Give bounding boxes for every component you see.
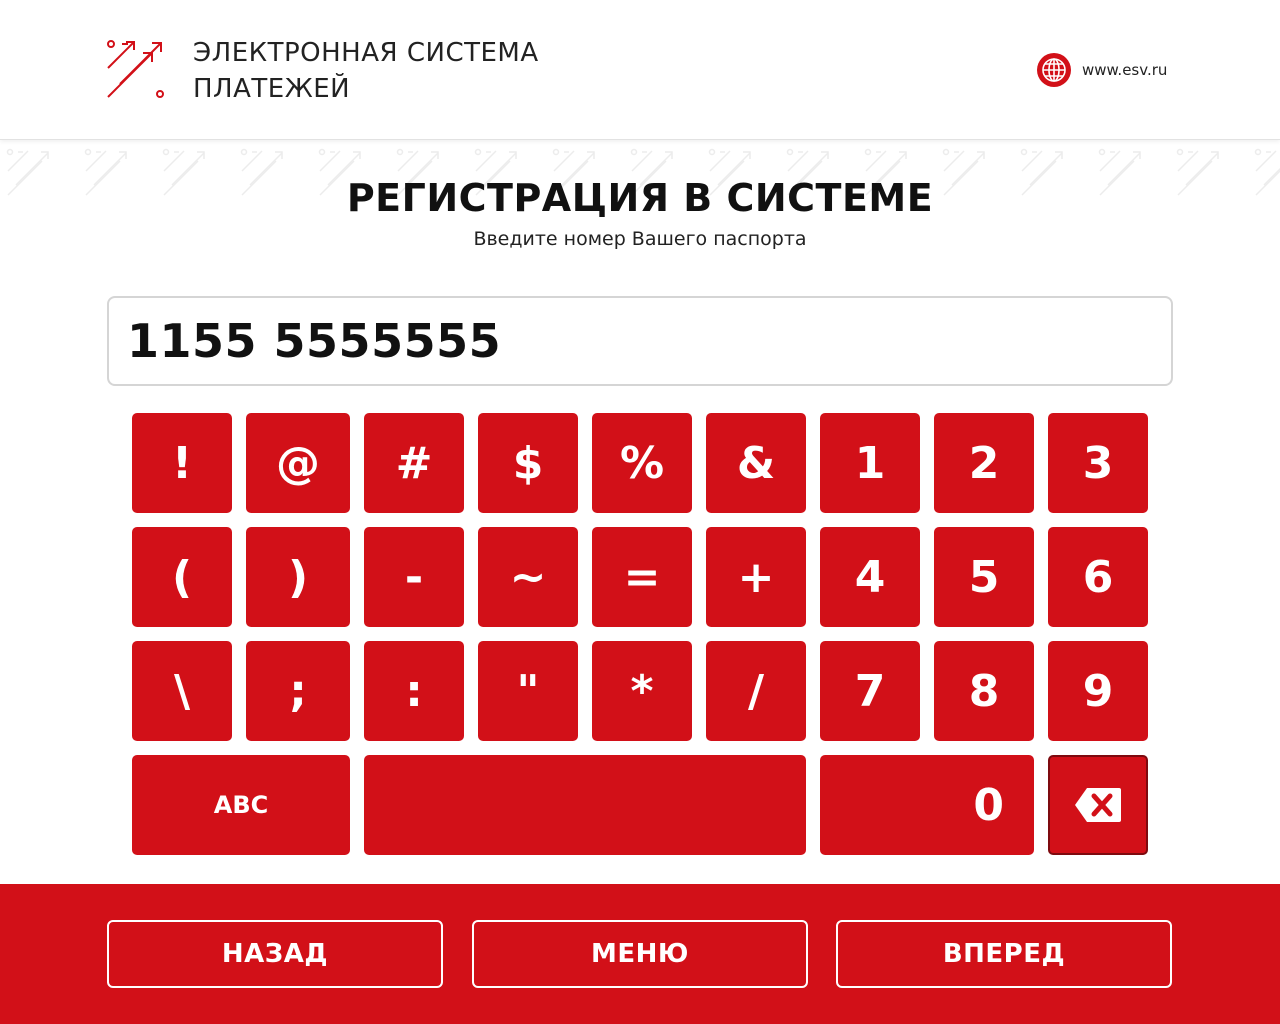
abc-layout-button[interactable]: ABC [132, 755, 350, 855]
back-button[interactable]: НАЗАД [107, 920, 443, 988]
brand-line-1: ЭЛЕКТРОННАЯ СИСТЕМА [193, 38, 539, 68]
site-link: www.esv.ru [1036, 52, 1167, 88]
passport-number-input[interactable]: 1155 5555555 [107, 296, 1173, 386]
key-ampersand[interactable]: & [706, 413, 806, 513]
key-7[interactable]: 7 [820, 641, 920, 741]
globe-icon [1037, 53, 1071, 87]
key-at[interactable]: @ [246, 413, 350, 513]
next-button[interactable]: ВПЕРЕД [836, 920, 1172, 988]
backspace-key[interactable] [1048, 755, 1148, 855]
key-tilde[interactable]: ~ [478, 527, 578, 627]
key-equals[interactable]: = [592, 527, 692, 627]
footer-bar: НАЗАД МЕНЮ ВПЕРЕД [0, 884, 1280, 1024]
key-8[interactable]: 8 [934, 641, 1034, 741]
key-plus[interactable]: + [706, 527, 806, 627]
key-exclamation[interactable]: ! [132, 413, 232, 513]
key-2[interactable]: 2 [934, 413, 1034, 513]
header: ЭЛЕКТРОННАЯ СИСТЕМА ПЛАТЕЖЕЙ www.esv.ru [0, 0, 1280, 140]
key-semicolon[interactable]: ; [246, 641, 350, 741]
key-backslash[interactable]: \ [132, 641, 232, 741]
space-key[interactable] [364, 755, 806, 855]
key-4[interactable]: 4 [820, 527, 920, 627]
key-paren-right[interactable]: ) [246, 527, 350, 627]
key-slash[interactable]: / [706, 641, 806, 741]
key-paren-left[interactable]: ( [132, 527, 232, 627]
brand-name: ЭЛЕКТРОННАЯ СИСТЕМА ПЛАТЕЖЕЙ [193, 35, 539, 107]
passport-number-value: 1155 5555555 [127, 314, 502, 368]
key-minus[interactable]: - [364, 527, 464, 627]
page-title: РЕГИСТРАЦИЯ В СИСТЕМЕ [346, 176, 934, 220]
key-asterisk[interactable]: * [592, 641, 692, 741]
key-1[interactable]: 1 [820, 413, 920, 513]
key-dollar[interactable]: $ [478, 413, 578, 513]
key-percent[interactable]: % [592, 413, 692, 513]
key-6[interactable]: 6 [1048, 527, 1148, 627]
brand-line-2: ПЛАТЕЖЕЙ [193, 74, 351, 104]
key-9[interactable]: 9 [1048, 641, 1148, 741]
key-3[interactable]: 3 [1048, 413, 1148, 513]
key-5[interactable]: 5 [934, 527, 1034, 627]
key-hash[interactable]: # [364, 413, 464, 513]
key-0[interactable]: 0 [820, 755, 1034, 855]
backspace-icon [1075, 788, 1121, 822]
site-url: www.esv.ru [1082, 61, 1168, 79]
key-quote[interactable]: " [478, 641, 578, 741]
key-colon[interactable]: : [364, 641, 464, 741]
page-subtitle: Введите номер Вашего паспорта [473, 228, 807, 250]
menu-button[interactable]: МЕНЮ [472, 920, 808, 988]
arrows-logo-icon [107, 40, 164, 98]
